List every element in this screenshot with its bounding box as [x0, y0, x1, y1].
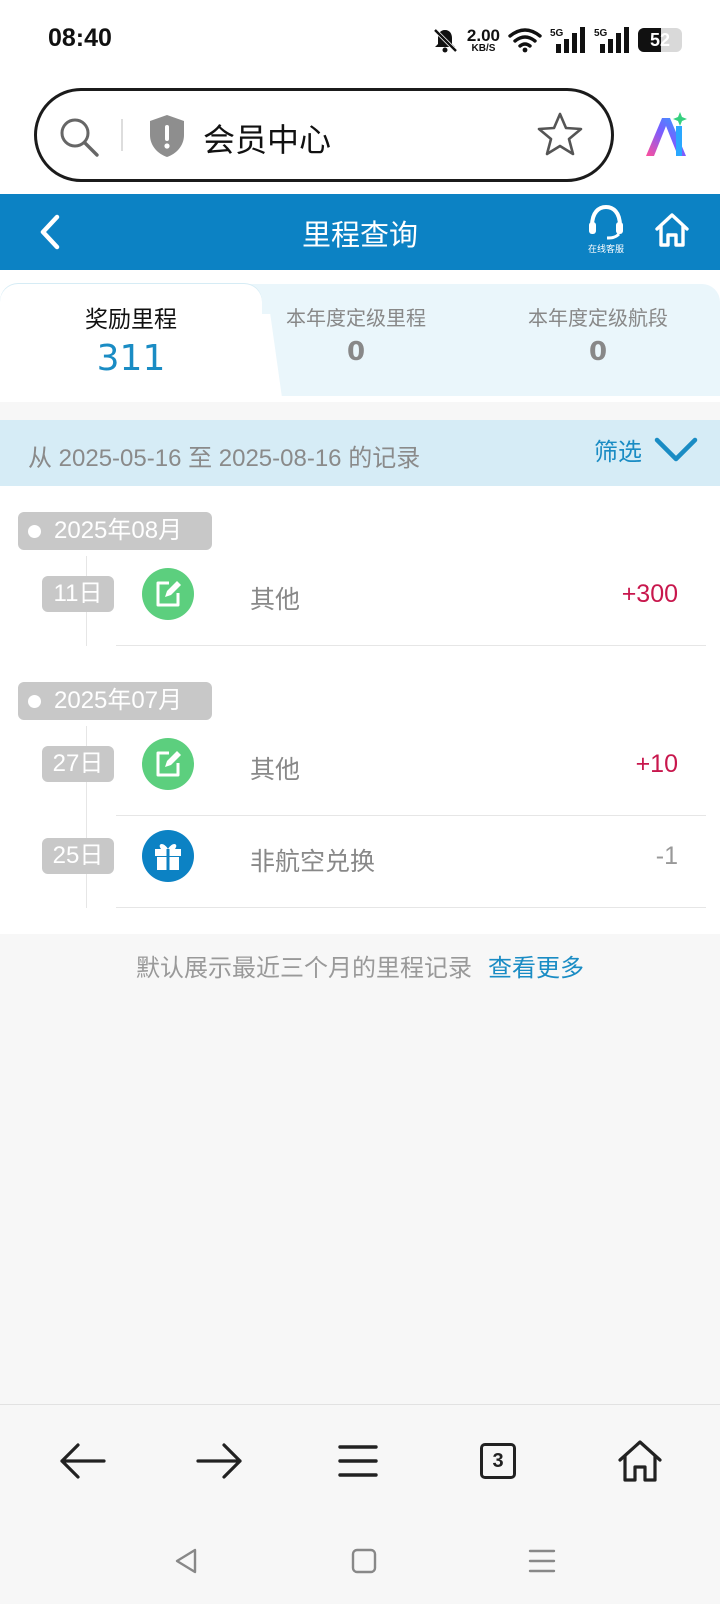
date-range-text: 从 2025-05-16 至 2025-08-16 的记录	[28, 445, 421, 472]
search-icon[interactable]	[57, 115, 101, 159]
signal-5g-icon: 5G	[594, 27, 629, 53]
svg-text:5G: 5G	[550, 28, 564, 39]
home-icon[interactable]	[617, 1439, 663, 1483]
record-type: 其他	[250, 755, 301, 784]
edit-icon	[142, 568, 194, 620]
date-range-bar: 从 2025-05-16 至 2025-08-16 的记录 筛选	[0, 420, 720, 486]
address-divider	[121, 119, 123, 151]
net-speed-unit: KB/S	[471, 42, 496, 54]
forward-arrow-button[interactable]	[190, 1435, 250, 1487]
row-divider	[116, 907, 706, 908]
menu-button[interactable]	[328, 1435, 388, 1487]
triangle-back-icon[interactable]	[173, 1547, 199, 1575]
headset-icon[interactable]	[587, 204, 625, 240]
records-list: 2025年08月 11日 其他 +300 2025年07月 27日 其他 +10	[0, 486, 720, 934]
row-divider	[116, 815, 706, 816]
browser-toolbar: 会员中心	[0, 80, 720, 194]
star-icon[interactable]	[537, 111, 583, 157]
tab-award-miles[interactable]: 奖励里程 311	[0, 284, 262, 396]
signal-5g-icon: 5G	[550, 27, 585, 53]
edit-icon	[142, 738, 194, 790]
back-arrow-icon[interactable]	[58, 1441, 106, 1481]
home-icon[interactable]	[654, 212, 690, 248]
net-speed-value: 2.00	[466, 25, 500, 45]
row-divider	[116, 645, 706, 646]
ai-icon[interactable]	[642, 110, 690, 160]
menu-icon[interactable]	[338, 1443, 378, 1479]
status-icons: 2.00 KB/S 5G 5G 52	[431, 24, 682, 56]
system-recents-button[interactable]	[522, 1544, 562, 1578]
tab-qualifying-miles-value: 0	[346, 337, 366, 367]
mileage-summary: 奖励里程 311 本年度定级里程 0 本年度定级航段 0	[0, 270, 720, 402]
system-back-button[interactable]	[166, 1544, 206, 1578]
month-badge: 2025年07月	[18, 682, 212, 720]
day-badge: 25日	[42, 838, 114, 874]
wifi-icon	[508, 28, 542, 53]
tab-qualifying-segments-value: 0	[588, 337, 608, 367]
view-more-link[interactable]: 查看更多	[488, 954, 584, 982]
recents-menu-icon[interactable]	[528, 1547, 556, 1575]
tabs-button[interactable]: 3	[468, 1435, 528, 1487]
tab-qualifying-miles-label: 本年度定级里程	[286, 306, 426, 330]
month-label: 2025年07月	[54, 687, 183, 714]
tab-award-miles-value: 311	[96, 338, 166, 379]
browser-home-button[interactable]	[610, 1435, 670, 1487]
month-label: 2025年08月	[54, 517, 183, 544]
gift-icon	[142, 830, 194, 882]
address-bar[interactable]: 会员中心	[34, 88, 614, 182]
online-service-button[interactable]: 在线客服	[580, 204, 632, 264]
online-service-label[interactable]: 在线客服	[588, 242, 624, 255]
status-bar: 08:40 2.00 KB/S 5G 5G 52	[0, 0, 720, 80]
records-note-text: 默认展示最近三个月的里程记录	[136, 954, 472, 982]
month-dot	[28, 525, 41, 538]
records-note: 默认展示最近三个月的里程记录 查看更多	[0, 948, 720, 983]
system-nav-bar	[0, 1514, 720, 1604]
forward-arrow-icon[interactable]	[196, 1441, 244, 1481]
day-badge: 27日	[42, 746, 114, 782]
filter-button[interactable]: 筛选	[594, 432, 698, 467]
tab-qualifying-segments-label: 本年度定级航段	[528, 306, 668, 330]
shield-icon[interactable]	[147, 113, 187, 159]
app-header: 里程查询 在线客服	[0, 194, 720, 270]
month-badge: 2025年08月	[18, 512, 212, 550]
chevron-down-icon[interactable]	[654, 436, 698, 464]
battery-level: 52	[649, 30, 671, 50]
month-dot	[28, 695, 41, 708]
browser-nav-bar: 3	[0, 1404, 720, 1514]
record-type: 非航空兑换	[250, 847, 376, 876]
system-home-button[interactable]	[344, 1544, 384, 1578]
tab-qualifying-miles[interactable]: 本年度定级里程 0	[256, 284, 456, 396]
page-title-url[interactable]: 会员中心	[203, 115, 331, 161]
tab-count[interactable]: 3	[480, 1443, 516, 1479]
net-speed: 2.00 KB/S	[467, 27, 500, 54]
record-row[interactable]: 25日 非航空兑换 -1	[0, 818, 720, 908]
battery-icon: 52	[638, 28, 682, 52]
record-amount: +10	[635, 750, 678, 778]
svg-text:5G: 5G	[594, 28, 608, 39]
day-badge: 11日	[42, 576, 114, 612]
filter-label[interactable]: 筛选	[594, 432, 642, 467]
record-row[interactable]: 27日 其他 +10	[0, 726, 720, 816]
record-type: 其他	[250, 585, 301, 614]
tab-qualifying-segments[interactable]: 本年度定级航段 0	[498, 284, 698, 396]
back-arrow-button[interactable]	[52, 1435, 112, 1487]
tab-award-miles-label: 奖励里程	[85, 307, 177, 333]
status-time: 08:40	[48, 24, 112, 52]
mute-bell-icon	[433, 28, 458, 53]
record-amount: -1	[655, 842, 678, 870]
square-home-icon[interactable]	[350, 1547, 378, 1575]
record-row[interactable]: 11日 其他 +300	[0, 556, 720, 646]
record-amount: +300	[621, 580, 678, 608]
